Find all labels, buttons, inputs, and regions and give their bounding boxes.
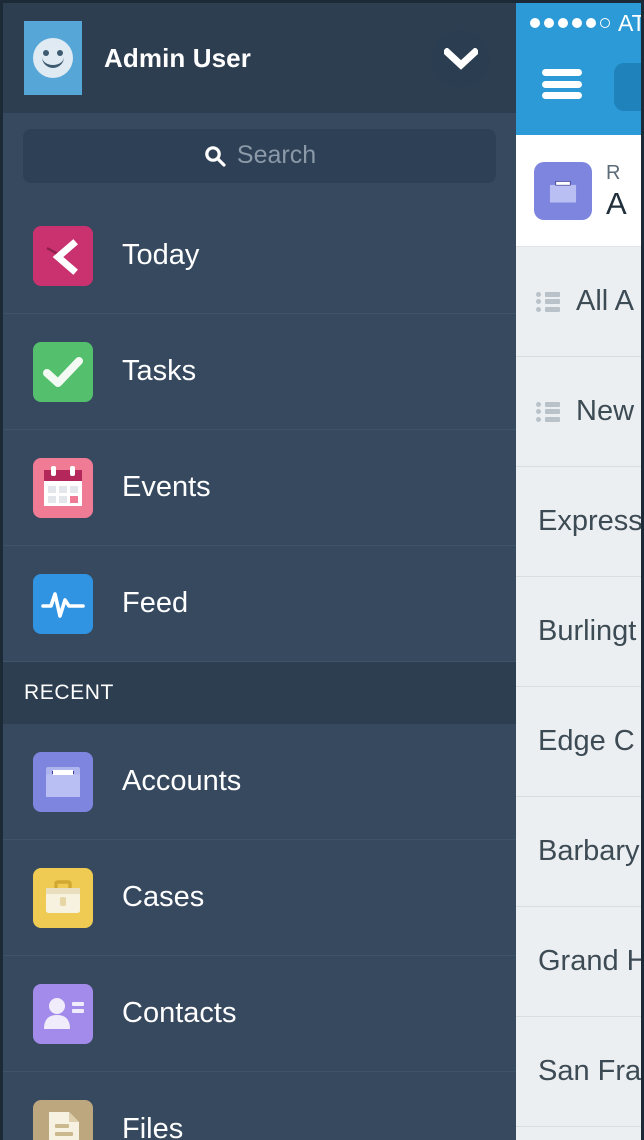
- clock-icon: [33, 225, 93, 286]
- sidebar-item-accounts[interactable]: Accounts: [3, 724, 516, 840]
- pulse-icon: [33, 573, 93, 634]
- list-item[interactable]: New: [516, 357, 641, 467]
- sidebar-item-cases[interactable]: Cases: [3, 840, 516, 956]
- sidebar-item-feed[interactable]: Feed: [3, 546, 516, 662]
- chevron-down-icon: [443, 47, 478, 70]
- carrier-label: AT&: [618, 9, 641, 36]
- list-view-icon: [536, 291, 562, 312]
- checkmark-icon: [33, 341, 93, 402]
- sidebar-item-label: Tasks: [122, 355, 197, 387]
- search-input[interactable]: Search: [23, 128, 496, 183]
- signal-strength-icon: [530, 18, 610, 28]
- app-header: [516, 43, 641, 135]
- sidebar-item-tasks[interactable]: Tasks: [3, 314, 516, 430]
- folder-icon: [534, 161, 592, 220]
- list-item[interactable]: Burlingt: [516, 577, 641, 687]
- sidebar-item-today[interactable]: Today: [3, 198, 516, 314]
- list-view-icon: [536, 401, 562, 422]
- navigation-sidebar: Admin User Search Today Tasks Events Fee…: [0, 0, 516, 1140]
- list-item[interactable]: All A: [516, 247, 641, 357]
- sidebar-item-label: Feed: [122, 587, 189, 619]
- search-section: Search: [3, 113, 516, 198]
- search-icon: [205, 145, 226, 167]
- profile-name: Admin User: [104, 42, 251, 73]
- list-item-label: All A: [576, 285, 635, 317]
- app-title-text: R A: [606, 160, 627, 222]
- list-item[interactable]: Edge C: [516, 687, 641, 797]
- app-root: Admin User Search Today Tasks Events Fee…: [0, 0, 644, 1140]
- list-item-label: New: [576, 395, 635, 427]
- sidebar-item-events[interactable]: Events: [3, 430, 516, 546]
- sidebar-item-label: Files: [122, 1113, 184, 1140]
- list-item-label: Grand H: [538, 945, 641, 977]
- sidebar-item-files[interactable]: Files: [3, 1072, 516, 1140]
- list-item[interactable]: Barbary: [516, 797, 641, 907]
- calendar-icon: [33, 457, 93, 518]
- hamburger-menu-icon[interactable]: [542, 69, 582, 99]
- briefcase-icon: [33, 867, 93, 928]
- sidebar-item-label: Today: [122, 239, 200, 271]
- list-item[interactable]: Express: [516, 467, 641, 577]
- profile-expand-button[interactable]: [432, 30, 489, 87]
- app-title-row: R A: [516, 135, 641, 247]
- profile-header: Admin User: [3, 3, 516, 113]
- smiley-face-avatar-icon: [33, 38, 73, 78]
- search-placeholder: Search: [236, 141, 317, 169]
- list-item[interactable]: San Fra: [516, 1017, 641, 1127]
- app-search-button[interactable]: [614, 63, 641, 111]
- list-item[interactable]: Grand H: [516, 907, 641, 1017]
- sidebar-item-label: Cases: [122, 881, 205, 913]
- list-item-label: Barbary: [538, 835, 640, 867]
- list-item-label: San Fra: [538, 1055, 641, 1087]
- document-icon: [33, 1099, 93, 1140]
- sidebar-item-contacts[interactable]: Contacts: [3, 956, 516, 1072]
- recent-section-header: RECENT: [3, 662, 516, 724]
- status-bar: AT&: [516, 3, 641, 43]
- list-item-label: Burlingt: [538, 615, 637, 647]
- mobile-app-panel: AT& R A: [516, 0, 644, 1140]
- list-item-label: Edge C: [538, 725, 635, 757]
- app-title-main: A: [606, 185, 627, 221]
- sidebar-item-label: Contacts: [122, 997, 237, 1029]
- avatar[interactable]: [24, 21, 82, 95]
- sidebar-item-label: Events: [122, 471, 211, 503]
- sidebar-item-label: Accounts: [122, 765, 242, 797]
- app-title-kicker: R: [606, 161, 621, 184]
- list-item-label: Express: [538, 505, 641, 537]
- folder-icon: [33, 751, 93, 812]
- contact-card-icon: [33, 983, 93, 1044]
